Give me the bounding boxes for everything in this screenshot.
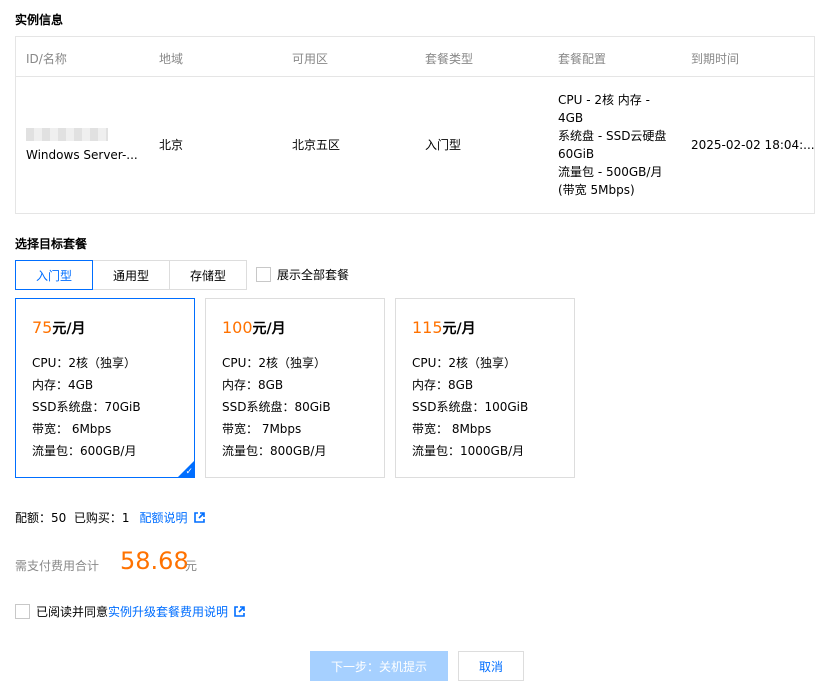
plan-price-unit: 元/月 [52, 321, 86, 337]
plan-price: 115元/月 [412, 318, 476, 338]
plan-price: 100元/月 [222, 318, 286, 338]
next-button[interactable]: 下一步：关机提示 [310, 651, 448, 681]
plan-price-value: 115 [412, 318, 443, 337]
plan-ssd: SSD系统盘：70GiB [32, 400, 141, 414]
plan-price: 75元/月 [32, 318, 85, 338]
show-all-toggle[interactable]: 展示全部套餐 [256, 266, 349, 283]
plan-traffic: 流量包：1000GB/月 [412, 444, 525, 458]
plan-price-unit: 元/月 [442, 321, 476, 337]
plan-bandwidth: 带宽： 6Mbps [32, 422, 112, 436]
plan-cpu: CPU：2核（独享） [412, 356, 517, 370]
instance-region: 北京 [159, 138, 184, 152]
tab-storage[interactable]: 存储型 [169, 260, 247, 290]
select-target-title: 选择目标套餐 [15, 237, 88, 251]
plan-ssd: SSD系统盘：80GiB [222, 400, 331, 414]
config-line: 4GB [558, 111, 584, 125]
header-expire: 到期时间 [691, 52, 740, 66]
agreement-row[interactable]: 已阅读并同意 实例升级套餐费用说明 [15, 603, 245, 620]
config-line: 流量包 - 500GB/月 [558, 165, 663, 179]
instance-table-header: ID/名称 地域 可用区 套餐类型 套餐配置 到期时间 [16, 37, 814, 77]
header-zone: 可用区 [292, 52, 329, 66]
config-line: (带宽 5Mbps) [558, 183, 635, 197]
total-amount: 58.68 [120, 547, 189, 575]
instance-expire: 2025-02-02 18:04:... [691, 138, 815, 152]
show-all-label: 展示全部套餐 [277, 268, 350, 282]
instance-package-config: CPU - 2核 内存 - 4GB 系统盘 - SSD云硬盘 60GiB 流量包… [558, 91, 678, 199]
blurred-instance-id [26, 128, 108, 141]
plan-card-75[interactable]: 75元/月 CPU：2核（独享） 内存：4GB SSD系统盘：70GiB 带宽：… [15, 298, 195, 478]
plan-bandwidth: 带宽： 8Mbps [412, 422, 492, 436]
instance-zone: 北京五区 [292, 138, 341, 152]
check-icon: ✓ [185, 467, 193, 477]
instance-name: Windows Server-... [26, 148, 138, 162]
quota-text: 配额：50 已购买：1 [15, 511, 130, 525]
plan-traffic: 流量包：800GB/月 [222, 444, 327, 458]
plan-traffic: 流量包：600GB/月 [32, 444, 137, 458]
config-line: 系统盘 - SSD云硬盘 [558, 129, 667, 143]
instance-table: ID/名称 地域 可用区 套餐类型 套餐配置 到期时间 Windows Serv… [15, 36, 815, 214]
agreement-text: 已阅读并同意 [36, 605, 109, 619]
plan-bandwidth: 带宽： 7Mbps [222, 422, 302, 436]
agreement-checkbox[interactable] [15, 604, 30, 619]
plan-cpu: CPU：2核（独享） [32, 356, 137, 370]
tab-entry[interactable]: 入门型 [15, 260, 93, 290]
plan-price-value: 100 [222, 318, 253, 337]
total-label: 需支付费用合计 [15, 559, 100, 573]
package-type-tabs: 入门型 通用型 存储型 [15, 260, 247, 290]
agreement-link[interactable]: 实例升级套餐费用说明 [108, 603, 228, 620]
external-link-icon[interactable] [193, 512, 205, 523]
quota-help-link[interactable]: 配额说明 [140, 509, 188, 526]
header-package-config: 套餐配置 [558, 52, 607, 66]
config-line: 60GiB [558, 147, 595, 161]
header-region: 地域 [159, 52, 184, 66]
quota-info: 配额：50 已购买：1 配额说明 [15, 509, 205, 526]
plan-memory: 内存：8GB [412, 378, 474, 392]
tab-general[interactable]: 通用型 [92, 260, 170, 290]
plan-cpu: CPU：2核（独享） [222, 356, 327, 370]
cancel-button[interactable]: 取消 [458, 651, 524, 681]
show-all-checkbox[interactable] [256, 267, 271, 282]
plan-card-115[interactable]: 115元/月 CPU：2核（独享） 内存：8GB SSD系统盘：100GiB 带… [395, 298, 575, 478]
plan-memory: 内存：8GB [222, 378, 284, 392]
header-id-name: ID/名称 [26, 52, 67, 66]
plan-price-value: 75 [32, 318, 53, 337]
plan-price-unit: 元/月 [252, 321, 286, 337]
config-line: CPU - 2核 内存 - [558, 93, 650, 107]
instance-info-title: 实例信息 [15, 13, 64, 27]
total-unit: 元 [185, 559, 198, 573]
instance-package-type: 入门型 [425, 138, 462, 152]
external-link-icon[interactable] [234, 606, 245, 617]
plan-memory: 内存：4GB [32, 378, 94, 392]
plan-ssd: SSD系统盘：100GiB [412, 400, 529, 414]
header-package-type: 套餐类型 [425, 52, 474, 66]
plan-card-100[interactable]: 100元/月 CPU：2核（独享） 内存：8GB SSD系统盘：80GiB 带宽… [205, 298, 385, 478]
